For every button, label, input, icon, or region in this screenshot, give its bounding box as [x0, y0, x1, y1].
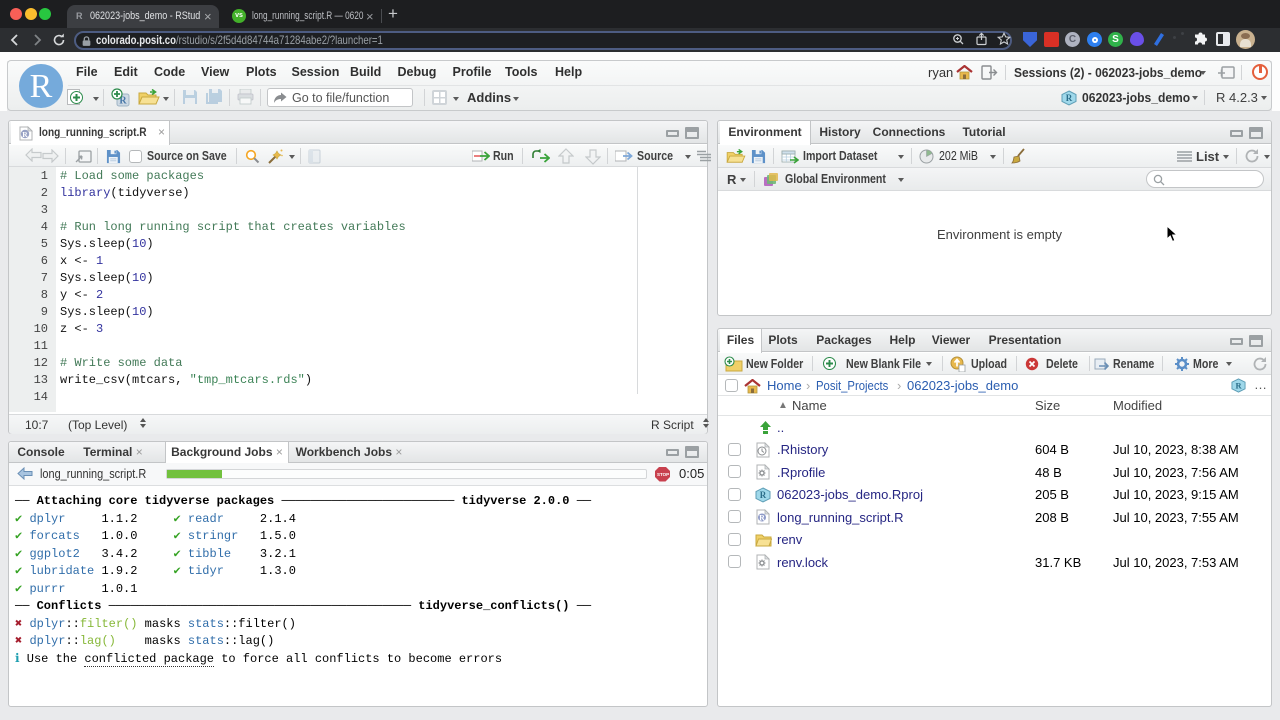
svg-text:R: R	[1235, 380, 1242, 390]
svg-text:R: R	[1066, 93, 1073, 103]
svg-text:R: R	[760, 490, 767, 500]
svg-text:R: R	[22, 130, 28, 139]
svg-text:R: R	[759, 514, 765, 523]
